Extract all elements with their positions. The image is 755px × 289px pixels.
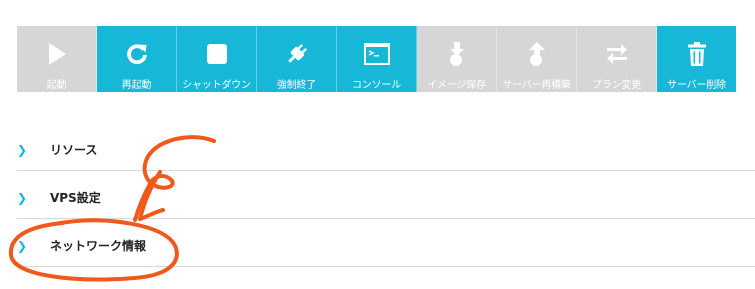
- section-resources-title: リソース: [50, 143, 98, 157]
- chevron-right-icon: ❯: [17, 239, 28, 253]
- rebuild-server-button[interactable]: サーバー再構築: [497, 26, 577, 92]
- start-button-label: 起動: [46, 80, 67, 91]
- save-image-button-label: イメージ保存: [427, 80, 486, 91]
- section-vps-settings-title: VPS設定: [50, 191, 101, 205]
- restart-button[interactable]: 再起動: [97, 26, 177, 92]
- change-plan-button-label: プラン変更: [592, 80, 641, 91]
- force-stop-button-label: 強制終了: [276, 80, 317, 91]
- stop-icon: [177, 40, 256, 68]
- section-resources[interactable]: ❯ リソース: [17, 130, 755, 171]
- shutdown-button-label: シャットダウン: [182, 80, 251, 91]
- image-save-icon: [417, 40, 496, 68]
- chevron-right-icon: ❯: [17, 191, 28, 205]
- play-icon: [17, 40, 96, 68]
- section-network-info[interactable]: ❯ ネットワーク情報: [17, 226, 755, 267]
- trash-icon: [657, 40, 736, 68]
- shutdown-button[interactable]: シャットダウン: [177, 26, 257, 92]
- delete-server-button-label: サーバー削除: [667, 80, 726, 91]
- rebuild-icon: [497, 40, 576, 68]
- start-button[interactable]: 起動: [17, 26, 97, 92]
- force-stop-button[interactable]: 強制終了: [257, 26, 337, 92]
- console-button-label: コンソール: [352, 80, 401, 91]
- restart-icon: [97, 40, 176, 68]
- restart-button-label: 再起動: [121, 80, 152, 91]
- chevron-right-icon: ❯: [17, 143, 28, 157]
- server-action-toolbar: 起動 再起動 シャットダウン 強制終了 コンソール イメージ保存 サーバー再構築…: [17, 26, 736, 92]
- swap-icon: [577, 40, 656, 68]
- console-icon: [337, 40, 416, 68]
- delete-server-button[interactable]: サーバー削除: [657, 26, 736, 92]
- unplug-icon: [257, 40, 336, 68]
- console-button[interactable]: コンソール: [337, 26, 417, 92]
- section-network-info-title: ネットワーク情報: [50, 239, 147, 253]
- change-plan-button[interactable]: プラン変更: [577, 26, 657, 92]
- section-vps-settings[interactable]: ❯ VPS設定: [17, 178, 755, 219]
- rebuild-server-button-label: サーバー再構築: [502, 80, 571, 91]
- save-image-button[interactable]: イメージ保存: [417, 26, 497, 92]
